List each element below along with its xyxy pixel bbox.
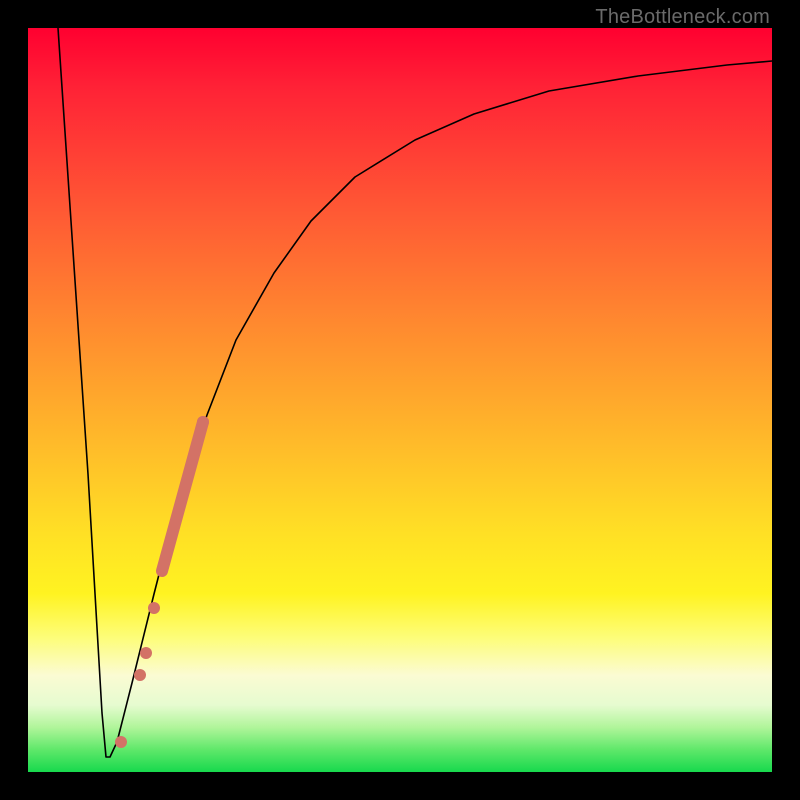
marker-dot [134, 669, 146, 681]
marker-dot [148, 602, 160, 614]
chart-frame: TheBottleneck.com [0, 0, 800, 800]
marker-dot [197, 416, 209, 428]
bottleneck-curve [58, 28, 772, 757]
marker-bar [162, 422, 203, 571]
marker-dot [140, 647, 152, 659]
marker-dot [115, 736, 127, 748]
credit-label: TheBottleneck.com [595, 6, 770, 29]
plot-area [28, 28, 772, 772]
curve-layer [28, 28, 772, 772]
